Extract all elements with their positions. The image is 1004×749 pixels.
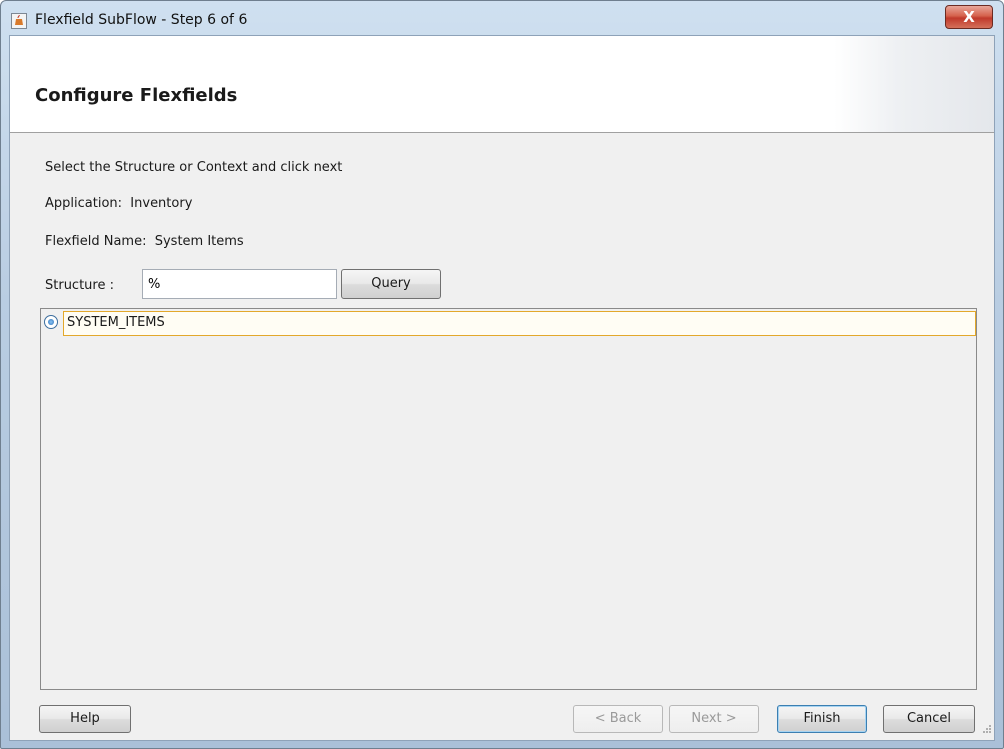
list-item-label: SYSTEM_ITEMS [67,315,165,330]
query-button[interactable]: Query [341,269,441,299]
cancel-button[interactable]: Cancel [883,705,975,733]
finish-button[interactable]: Finish [777,705,867,733]
structure-label: Structure : [45,278,114,293]
list-item[interactable]: SYSTEM_ITEMS [63,311,976,336]
header-decoration [834,36,994,132]
back-button[interactable]: < Back [573,705,663,733]
flexfield-label: Flexfield Name: [45,234,147,249]
page-title: Configure Flexfields [35,85,238,106]
flexfield-row: Flexfield Name: System Items [45,234,244,249]
next-button[interactable]: Next > [669,705,759,733]
window-title: Flexfield SubFlow - Step 6 of 6 [35,12,248,28]
instruction-text: Select the Structure or Context and clic… [45,160,343,175]
structure-input[interactable] [142,269,337,299]
dialog-window: Flexfield SubFlow - Step 6 of 6 X Config… [0,0,1004,749]
java-app-icon [11,13,27,29]
radio-selected-icon[interactable] [44,315,58,329]
header-band: Configure Flexfields [10,36,994,133]
resize-grip-icon[interactable] [982,723,992,738]
application-label: Application: [45,196,123,211]
title-bar[interactable]: Flexfield SubFlow - Step 6 of 6 X [1,1,1003,31]
application-value: Inventory [130,196,193,211]
help-button[interactable]: Help [39,705,131,733]
application-row: Application: Inventory [45,196,192,211]
flexfield-value: System Items [154,234,244,249]
close-icon[interactable]: X [945,5,993,29]
structure-list: SYSTEM_ITEMS [40,308,977,690]
dialog-body: Configure Flexfields Select the Structur… [9,35,995,741]
